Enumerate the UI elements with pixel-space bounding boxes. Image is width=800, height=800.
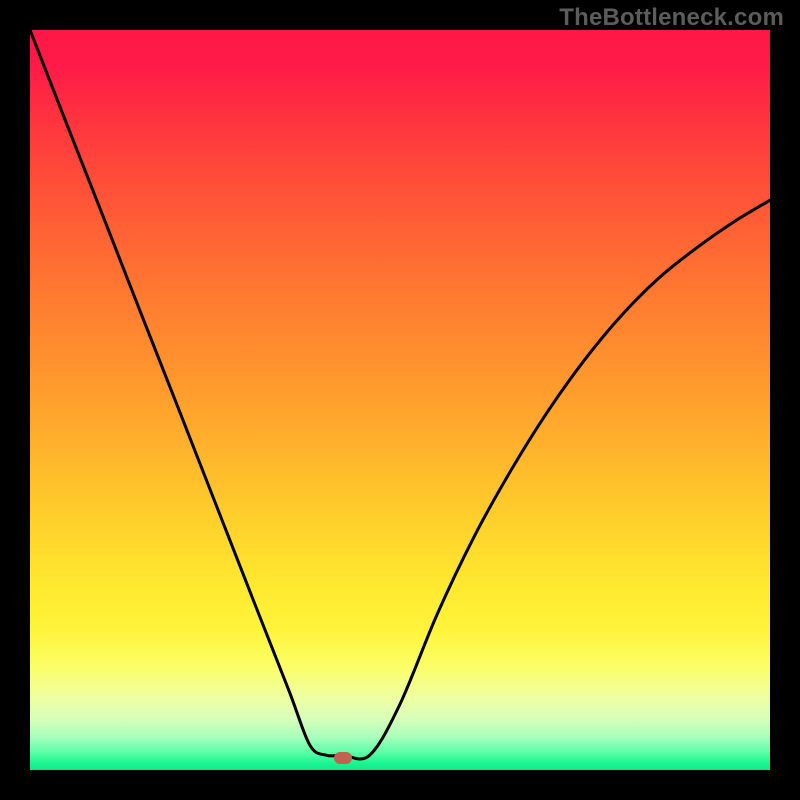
watermark-text: TheBottleneck.com — [559, 4, 784, 32]
plot-area — [30, 30, 770, 770]
curve-svg — [30, 30, 770, 770]
chart-stage: TheBottleneck.com — [0, 0, 800, 800]
sweet-spot-marker — [334, 752, 352, 764]
bottleneck-curve — [30, 30, 770, 759]
